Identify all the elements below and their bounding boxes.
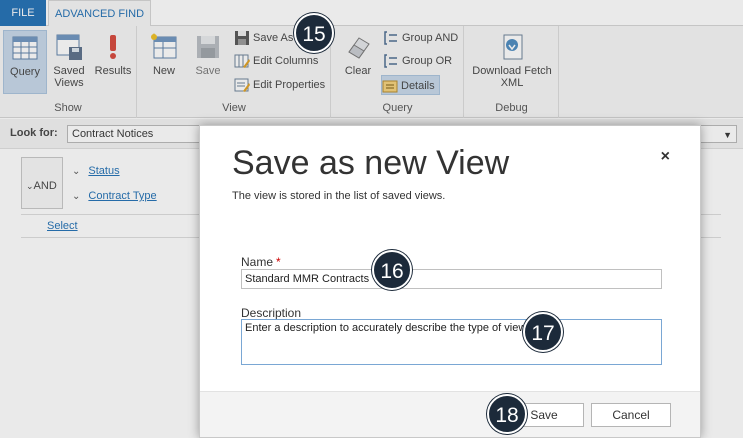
cancel-button[interactable]: Cancel — [591, 403, 671, 427]
save-as-view-dialog: Save as new View × The view is stored in… — [199, 125, 701, 438]
dialog-subtitle: The view is stored in the list of saved … — [232, 190, 446, 202]
name-label-text: Name — [241, 255, 274, 269]
description-field[interactable]: Enter a description to accurately descri… — [241, 319, 662, 365]
step-badge-17: 17 — [523, 312, 563, 352]
name-field-label: Name * — [241, 255, 281, 269]
close-icon[interactable]: × — [661, 148, 670, 166]
name-field[interactable] — [241, 269, 662, 289]
dialog-footer: Save Cancel — [200, 391, 700, 437]
step-badge-18: 18 — [487, 394, 527, 434]
description-field-label: Description — [241, 306, 302, 320]
required-indicator: * — [276, 255, 281, 269]
step-badge-15: 15 — [294, 13, 334, 53]
step-badge-16: 16 — [372, 250, 412, 290]
dialog-title: Save as new View — [232, 144, 510, 182]
